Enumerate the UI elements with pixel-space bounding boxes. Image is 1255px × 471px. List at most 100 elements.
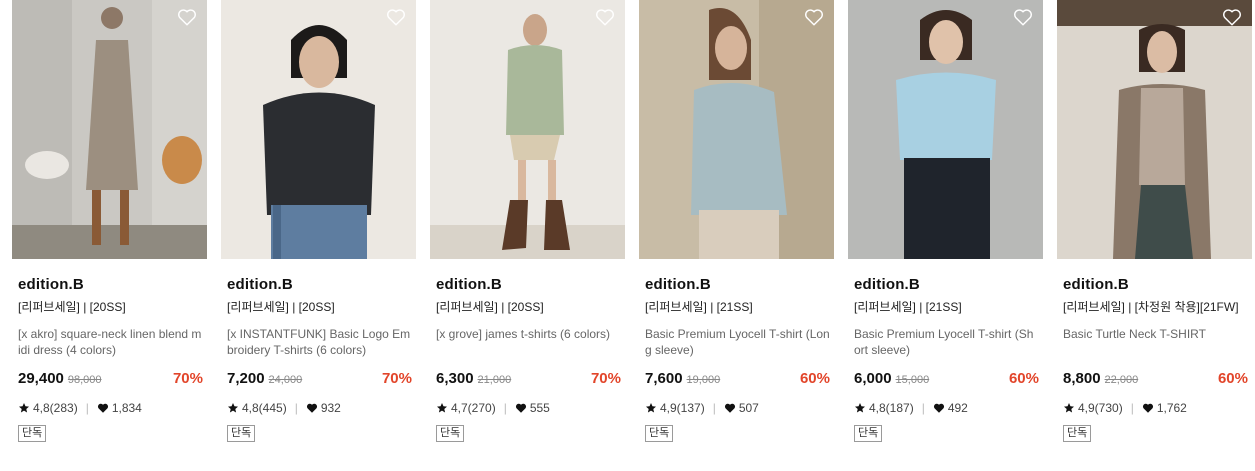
heart-filled-icon <box>515 402 527 414</box>
star-icon <box>645 402 657 414</box>
star-icon <box>1063 402 1075 414</box>
product-photo <box>639 0 834 259</box>
original-price: 22,000 <box>1104 374 1139 386</box>
rating-text: 4,7(270) <box>451 401 496 415</box>
like-count: 1,762 <box>1156 401 1187 415</box>
like-count: 932 <box>320 401 341 415</box>
product-tags: [리퍼브세일] | [21SS] <box>854 300 962 314</box>
brand-name[interactable]: edition.B <box>1057 275 1252 294</box>
wishlist-button[interactable] <box>803 7 825 27</box>
product-card[interactable]: edition.B [리퍼브세일] | [21SS] Basic Premium… <box>848 0 1043 471</box>
meta-divider: | <box>1130 401 1134 415</box>
product-meta: 4,7(270) | 555 <box>430 400 625 416</box>
brand-name[interactable]: edition.B <box>12 275 207 294</box>
product-tags: [리퍼브세일] | [20SS] <box>436 300 544 314</box>
rating-text: 4,8(283) <box>33 401 78 415</box>
heart-outline-icon <box>805 9 823 26</box>
star-icon <box>436 402 448 414</box>
price-row: 29,400 98,000 70% <box>12 369 207 389</box>
wishlist-button[interactable] <box>176 7 198 27</box>
brand-name[interactable]: edition.B <box>430 275 625 294</box>
discount-rate: 60% <box>1217 370 1248 387</box>
product-card[interactable]: edition.B [리퍼브세일] | [20SS] [x grove] jam… <box>430 0 625 471</box>
exclusive-badge: 단독 <box>645 425 674 442</box>
product-name[interactable]: Basic Premium Lyocell T-shirt (Short sle… <box>848 326 1043 360</box>
product-meta: 4,8(187) | 492 <box>848 400 1043 416</box>
product-card[interactable]: edition.B [리퍼브세일] | [20SS] [x INSTANTFUN… <box>221 0 416 471</box>
original-price: 19,000 <box>686 374 721 386</box>
exclusive-badge: 단독 <box>1063 425 1092 442</box>
product-name[interactable]: [x INSTANTFUNK] Basic Logo Embroidery T-… <box>221 326 416 360</box>
exclusive-badge: 단독 <box>227 425 256 442</box>
product-meta: 4,9(137) | 507 <box>639 400 834 416</box>
exclusive-badge: 단독 <box>436 425 465 442</box>
like-count: 507 <box>738 401 759 415</box>
price-row: 6,000 15,000 60% <box>848 369 1043 389</box>
product-photo <box>1057 0 1252 259</box>
heart-filled-icon <box>724 402 736 414</box>
heart-filled-icon <box>1142 402 1154 414</box>
product-tags: [리퍼브세일] | [20SS] <box>227 300 335 314</box>
heart-outline-icon <box>1014 9 1032 26</box>
meta-divider: | <box>712 401 716 415</box>
product-image[interactable] <box>12 0 207 259</box>
sale-price: 6,000 <box>854 370 892 387</box>
like-count: 492 <box>947 401 968 415</box>
product-image[interactable] <box>639 0 834 259</box>
exclusive-badge: 단독 <box>854 425 883 442</box>
exclusive-badge: 단독 <box>18 425 47 442</box>
price-row: 8,800 22,000 60% <box>1057 369 1252 389</box>
brand-name[interactable]: edition.B <box>221 275 416 294</box>
product-photo <box>12 0 207 259</box>
product-card[interactable]: edition.B [리퍼브세일] | [20SS] [x akro] squa… <box>12 0 207 471</box>
heart-filled-icon <box>306 402 318 414</box>
product-name[interactable]: [x akro] square-neck linen blend midi dr… <box>12 326 207 360</box>
meta-divider: | <box>503 401 507 415</box>
wishlist-button[interactable] <box>385 7 407 27</box>
heart-filled-icon <box>933 402 945 414</box>
product-image[interactable] <box>430 0 625 259</box>
star-icon <box>18 402 30 414</box>
rating-text: 4,9(730) <box>1078 401 1123 415</box>
sale-price: 7,200 <box>227 370 265 387</box>
brand-name[interactable]: edition.B <box>639 275 834 294</box>
product-tags: [리퍼브세일] | [20SS] <box>18 300 126 314</box>
heart-filled-icon <box>97 402 109 414</box>
like-count: 1,834 <box>111 401 142 415</box>
meta-divider: | <box>921 401 925 415</box>
product-photo <box>848 0 1043 259</box>
brand-name[interactable]: edition.B <box>848 275 1043 294</box>
product-photo <box>430 0 625 259</box>
product-meta: 4,8(283) | 1,834 <box>12 400 207 416</box>
heart-outline-icon <box>178 9 196 26</box>
product-image[interactable] <box>848 0 1043 259</box>
sale-price: 6,300 <box>436 370 474 387</box>
like-count: 555 <box>529 401 550 415</box>
wishlist-button[interactable] <box>1221 7 1243 27</box>
product-name[interactable]: [x grove] james t-shirts (6 colors) <box>430 326 625 360</box>
rating-text: 4,9(137) <box>660 401 705 415</box>
star-icon <box>227 402 239 414</box>
discount-rate: 70% <box>381 370 412 387</box>
product-name[interactable]: Basic Premium Lyocell T-shirt (Long slee… <box>639 326 834 360</box>
price-row: 7,200 24,000 70% <box>221 369 416 389</box>
rating-text: 4,8(445) <box>242 401 287 415</box>
product-card[interactable]: edition.B [리퍼브세일] | [차정원 착용][21FW] Basic… <box>1057 0 1252 471</box>
discount-rate: 70% <box>590 370 621 387</box>
product-meta: 4,9(730) | 1,762 <box>1057 400 1252 416</box>
sale-price: 8,800 <box>1063 370 1101 387</box>
product-image[interactable] <box>1057 0 1252 259</box>
product-name[interactable]: Basic Turtle Neck T-SHIRT <box>1057 326 1252 360</box>
wishlist-button[interactable] <box>594 7 616 27</box>
product-tags: [리퍼브세일] | [21SS] <box>645 300 753 314</box>
heart-outline-icon <box>1223 9 1241 26</box>
price-row: 7,600 19,000 60% <box>639 369 834 389</box>
meta-divider: | <box>294 401 298 415</box>
original-price: 24,000 <box>268 374 303 386</box>
wishlist-button[interactable] <box>1012 7 1034 27</box>
product-image[interactable] <box>221 0 416 259</box>
product-card[interactable]: edition.B [리퍼브세일] | [21SS] Basic Premium… <box>639 0 834 471</box>
original-price: 15,000 <box>895 374 930 386</box>
product-tags: [리퍼브세일] | [차정원 착용][21FW] <box>1063 300 1239 314</box>
price-row: 6,300 21,000 70% <box>430 369 625 389</box>
